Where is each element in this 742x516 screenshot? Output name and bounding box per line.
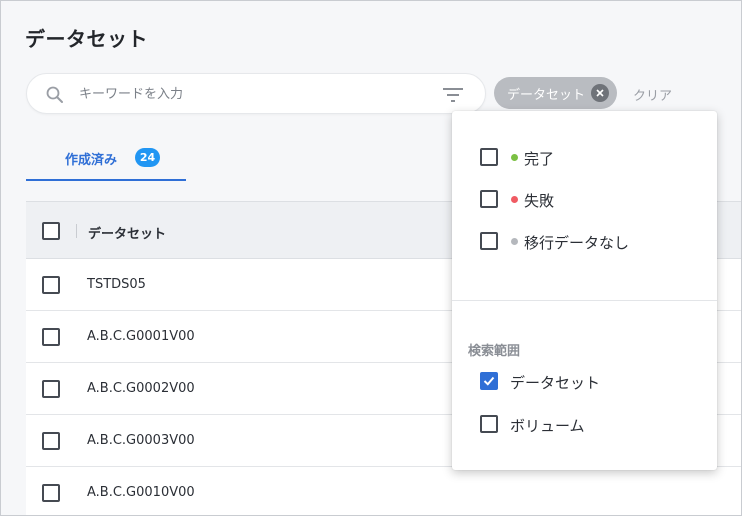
- status-checkbox[interactable]: [480, 190, 498, 208]
- status-dot-gray: [511, 238, 518, 245]
- dataset-name[interactable]: A.B.C.G0002V00: [87, 381, 195, 396]
- app-frame: データセット データセット クリア 作成済み 24 データセット: [0, 0, 742, 516]
- filter-dropdown: 完了 失敗 移行データなし 検索範囲 データセット ボリューム: [452, 111, 717, 470]
- scope-checkbox[interactable]: [480, 415, 498, 433]
- tab-created[interactable]: 作成済み 24: [26, 133, 186, 181]
- status-dot-red: [511, 196, 518, 203]
- filter-chip[interactable]: データセット: [494, 77, 617, 109]
- status-checkbox[interactable]: [480, 148, 498, 166]
- status-label: 移行データなし: [524, 234, 630, 252]
- status-label: 失敗: [524, 192, 555, 210]
- row-checkbox[interactable]: [42, 380, 60, 398]
- clear-link[interactable]: クリア: [633, 85, 672, 104]
- checkmark-icon: [483, 376, 495, 386]
- status-dot-green: [511, 154, 518, 161]
- column-divider: [76, 224, 77, 238]
- filter-icon[interactable]: [441, 85, 465, 105]
- row-checkbox[interactable]: [42, 484, 60, 502]
- search-box[interactable]: [26, 73, 486, 114]
- scope-label: データセット: [510, 374, 601, 392]
- scope-label: ボリューム: [510, 417, 585, 435]
- close-icon: [596, 89, 604, 97]
- row-checkbox[interactable]: [42, 276, 60, 294]
- dataset-name[interactable]: TSTDS05: [87, 277, 146, 292]
- status-checkbox[interactable]: [480, 232, 498, 250]
- scope-section-title: 検索範囲: [468, 344, 521, 359]
- scope-checkbox-checked[interactable]: [480, 372, 498, 390]
- dataset-name[interactable]: A.B.C.G0010V00: [87, 485, 195, 500]
- status-label: 完了: [524, 150, 555, 168]
- count-badge: 24: [135, 148, 160, 167]
- dataset-name[interactable]: A.B.C.G0001V00: [87, 329, 195, 344]
- row-checkbox[interactable]: [42, 328, 60, 346]
- dropdown-divider: [452, 300, 717, 301]
- search-input[interactable]: [79, 82, 419, 106]
- column-header-dataset[interactable]: データセット: [88, 223, 166, 242]
- select-all-checkbox[interactable]: [42, 222, 60, 240]
- filter-chip-label: データセット: [507, 87, 586, 103]
- tab-label: 作成済み: [65, 153, 118, 168]
- page-title: データセット: [25, 27, 148, 51]
- chip-close-button[interactable]: [591, 84, 609, 102]
- search-icon: [46, 86, 63, 103]
- row-checkbox[interactable]: [42, 432, 60, 450]
- table-row[interactable]: A.B.C.G0010V00: [26, 467, 741, 515]
- dataset-name[interactable]: A.B.C.G0003V00: [87, 433, 195, 448]
